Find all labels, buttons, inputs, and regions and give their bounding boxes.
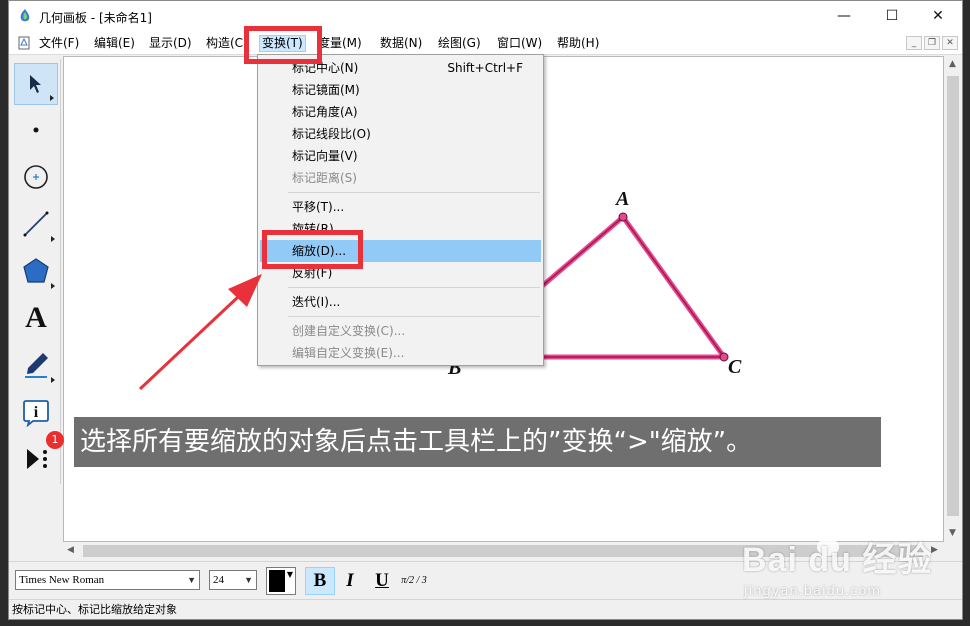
step-number-badge: 1	[46, 431, 64, 449]
baidu-jingyan-watermark: Bai du 经验 jingyan.baidu.com	[742, 520, 942, 610]
watermark-brand: Bai du 经验	[742, 541, 933, 579]
watermark-url: jingyan.baidu.com	[744, 584, 881, 599]
instruction-banner: 选择所有要缩放的对象后点击工具栏上的”变换“>"缩放”。	[74, 417, 881, 467]
